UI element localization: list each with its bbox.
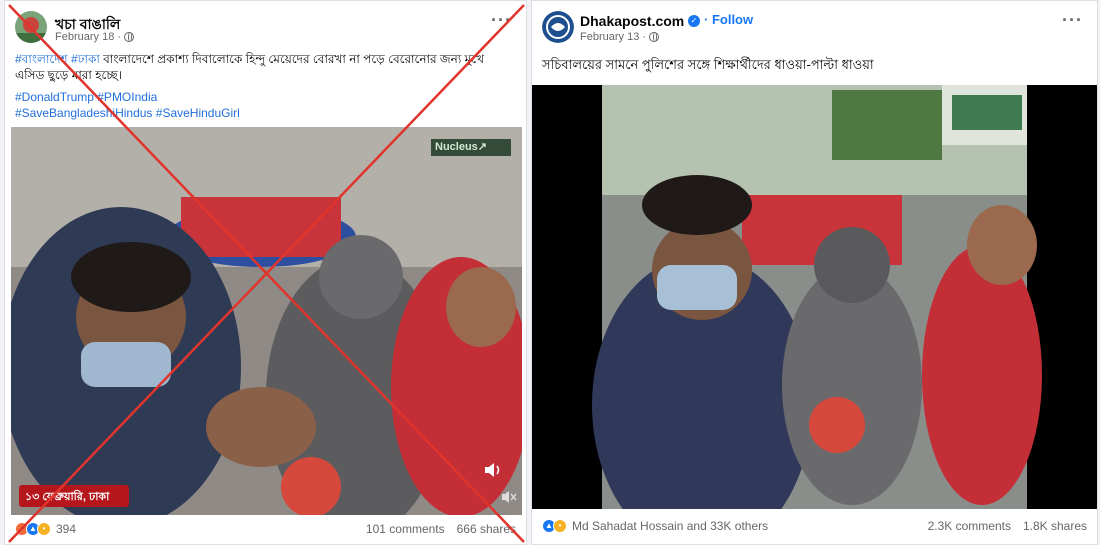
page-name[interactable]: Dhakapost.com xyxy=(580,13,684,29)
reaction-summary[interactable]: ▲ • Md Sahadat Hossain and 33K others xyxy=(542,519,768,533)
post-header: Dhakapost.com ✓ · Follow February 13 · ·… xyxy=(532,1,1097,47)
post-caption: সচিবালয়ের সামনে পুলিশের সঙ্গে শিক্ষার্থ… xyxy=(542,57,874,72)
post-date[interactable]: February 13 · xyxy=(580,31,646,43)
reaction-names: Md Sahadat Hossain and 33K others xyxy=(572,519,769,533)
red-cross-mark xyxy=(8,4,525,543)
page-avatar[interactable] xyxy=(542,11,574,43)
post-meta: February 13 · xyxy=(580,31,660,43)
follow-label[interactable]: Follow xyxy=(712,12,753,27)
right-facebook-post: Dhakapost.com ✓ · Follow February 13 · ·… xyxy=(531,0,1098,545)
video-frame xyxy=(532,85,1097,509)
verified-badge-icon: ✓ xyxy=(688,15,700,27)
more-options-icon[interactable]: ··· xyxy=(1062,11,1083,29)
post-stats: 2.3K comments 1.8K shares xyxy=(928,519,1087,533)
left-facebook-post: খচা বাঙালি February 18 · ··· #বাংলাদেশ #… xyxy=(4,0,527,545)
follow-button[interactable]: · Follow xyxy=(704,12,753,27)
post-footer: ▲ • Md Sahadat Hossain and 33K others 2.… xyxy=(532,513,1097,541)
video-player[interactable] xyxy=(532,85,1097,509)
comment-count[interactable]: 2.3K comments xyxy=(928,519,1011,533)
haha-reaction-icon: • xyxy=(553,519,567,533)
globe-icon xyxy=(649,32,660,42)
screenshot-stage: খচা বাঙালি February 18 · ··· #বাংলাদেশ #… xyxy=(0,0,1100,545)
share-count[interactable]: 1.8K shares xyxy=(1023,519,1087,533)
